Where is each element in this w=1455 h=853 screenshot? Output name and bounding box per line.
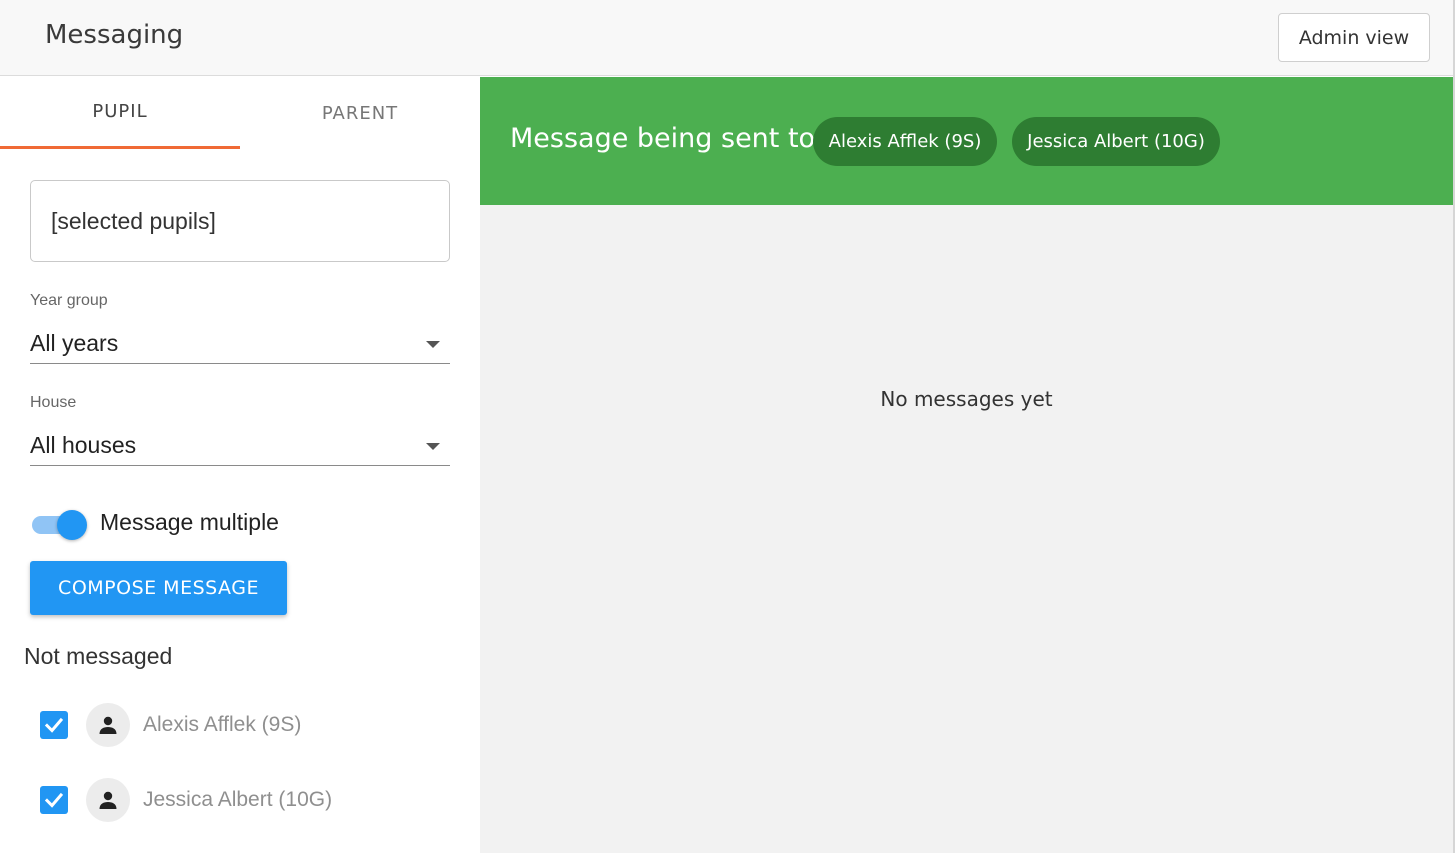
pupil-name: Jessica Albert (10G) (143, 788, 333, 811)
caret-down-icon (426, 341, 440, 348)
message-panel: Message being sent to: Alexis Afflek (9S… (480, 77, 1453, 853)
sidebar: PUPIL PARENT [selected pupils] Year grou… (0, 77, 480, 853)
house-select[interactable]: All houses (30, 426, 450, 466)
avatar (86, 778, 130, 822)
not-messaged-title: Not messaged (24, 643, 173, 669)
year-group-value: All years (30, 330, 119, 356)
person-icon (99, 716, 117, 734)
recipients-banner: Message being sent to: Alexis Afflek (9S… (480, 77, 1453, 205)
compose-message-button[interactable]: COMPOSE MESSAGE (30, 561, 287, 615)
caret-down-icon (426, 443, 440, 450)
admin-view-button[interactable]: Admin view (1278, 13, 1430, 62)
list-item: Jessica Albert (10G) (40, 778, 460, 822)
house-value: All houses (30, 432, 137, 458)
year-group-select[interactable]: All years (30, 324, 450, 364)
house-label: House (30, 394, 77, 411)
toggle-thumb (57, 510, 87, 540)
pupil-name: Alexis Afflek (9S) (143, 713, 302, 736)
app-header: Messaging Admin view (0, 0, 1455, 76)
pupil-checkbox[interactable] (40, 711, 68, 739)
list-item: Alexis Afflek (9S) (40, 703, 460, 747)
avatar (86, 703, 130, 747)
check-icon (44, 792, 64, 808)
person-icon (99, 791, 117, 809)
message-multiple-toggle[interactable] (30, 507, 88, 543)
message-multiple-label: Message multiple (100, 509, 279, 535)
recipient-chip[interactable]: Alexis Afflek (9S) (813, 117, 997, 166)
year-group-label: Year group (30, 292, 108, 309)
banner-label: Message being sent to: (510, 123, 825, 154)
tab-parent[interactable]: PARENT (240, 77, 480, 149)
messaging-app: Messaging Admin view PUPIL PARENT [selec… (0, 0, 1455, 853)
page-title: Messaging (45, 20, 184, 50)
pupil-search-input[interactable]: [selected pupils] (30, 180, 450, 262)
pupil-checkbox[interactable] (40, 786, 68, 814)
tab-pupil[interactable]: PUPIL (0, 77, 240, 149)
empty-state-text: No messages yet (880, 387, 1053, 411)
check-icon (44, 717, 64, 733)
recipient-chip[interactable]: Jessica Albert (10G) (1012, 117, 1220, 166)
